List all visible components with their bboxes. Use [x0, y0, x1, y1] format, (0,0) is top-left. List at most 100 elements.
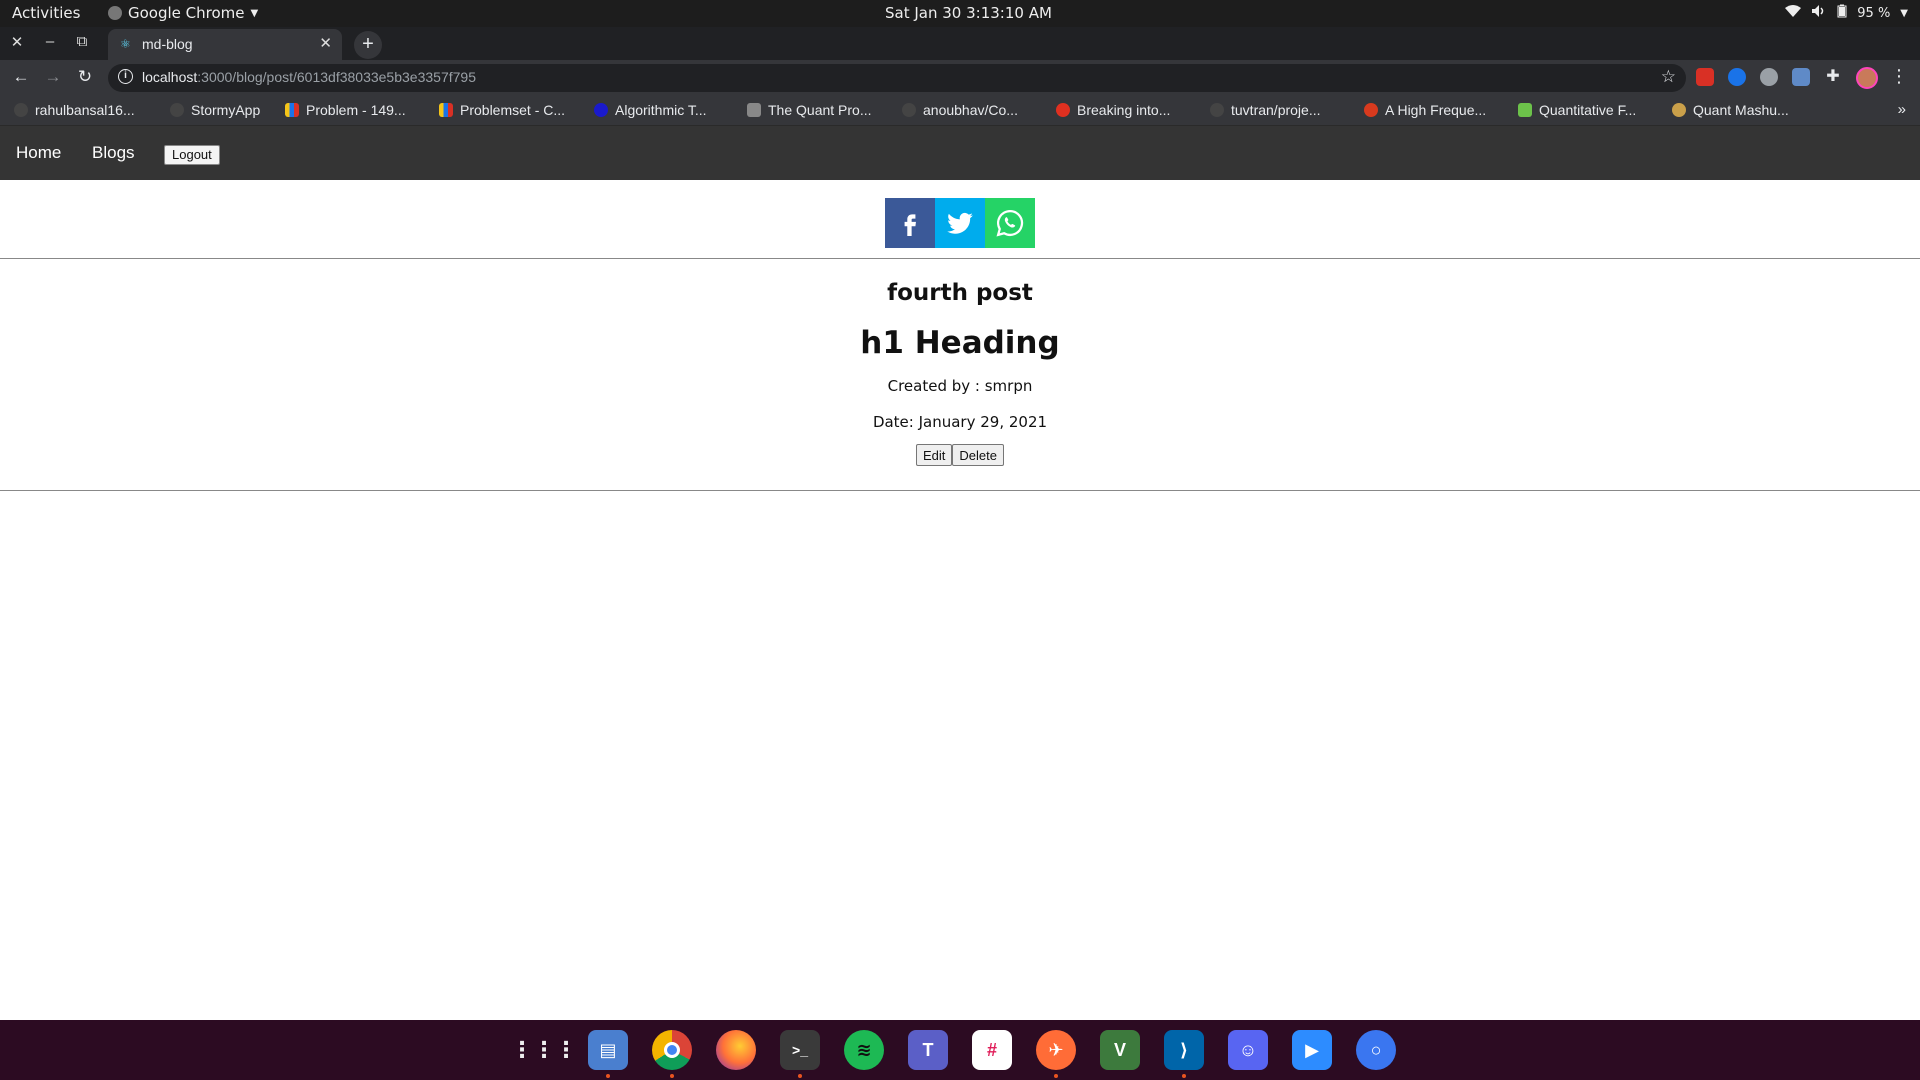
extension-red-icon[interactable]	[1696, 68, 1714, 86]
running-indicator	[1182, 1074, 1186, 1078]
bookmark-item[interactable]: StormyApp	[170, 102, 260, 118]
react-icon: ⚛	[120, 37, 131, 51]
edit-button[interactable]: Edit	[916, 444, 953, 466]
bookmark-item[interactable]: tuvtran/proje...	[1210, 102, 1321, 118]
more-menu-icon[interactable]: ⋮	[1890, 66, 1908, 87]
bookmark-item[interactable]: anoubhav/Co...	[902, 102, 1018, 118]
signal-icon[interactable]: ○	[1356, 1030, 1396, 1070]
bookmark-item[interactable]: Problem - 149...	[285, 102, 406, 118]
nav-home-link[interactable]: Home	[16, 143, 61, 163]
shield-icon	[747, 103, 761, 117]
restore-window-icon[interactable]: ⧉	[72, 33, 92, 50]
github-icon	[170, 103, 184, 117]
bookmark-item[interactable]: Quant Mashu...	[1672, 102, 1789, 118]
apple-icon	[1364, 103, 1378, 117]
reddit-icon	[1056, 103, 1070, 117]
codeforces-icon	[285, 103, 299, 117]
facebook-share-button[interactable]	[885, 198, 935, 248]
codeforces-icon	[439, 103, 453, 117]
running-indicator	[1054, 1074, 1058, 1078]
postman-icon[interactable]: ✈	[1036, 1030, 1076, 1070]
letter-c-icon	[594, 103, 608, 117]
wifi-icon	[1785, 4, 1802, 22]
firefox-icon[interactable]	[716, 1030, 756, 1070]
chevron-down-icon: ▼	[1900, 7, 1908, 19]
zoom-icon[interactable]: ▶	[1292, 1030, 1332, 1070]
reload-icon[interactable]: ↻	[74, 67, 96, 87]
extension-window-icon[interactable]	[1792, 68, 1810, 86]
activities-button[interactable]: Activities	[12, 4, 80, 22]
nav-blogs-link[interactable]: Blogs	[92, 143, 135, 163]
post-date: Date: January 29, 2021	[872, 413, 1048, 431]
dock: ⋮⋮⋮ ▤ >_ ≋ T # ✈ V ⟩ ☺ ▶ ○	[0, 1020, 1920, 1080]
running-indicator	[798, 1074, 802, 1078]
delete-button[interactable]: Delete	[952, 444, 1004, 466]
bookmark-item[interactable]: Problemset - C...	[439, 102, 565, 118]
bookmark-item[interactable]: Breaking into...	[1056, 102, 1170, 118]
close-tab-icon[interactable]: ✕	[319, 34, 332, 52]
forward-icon[interactable]: →	[42, 67, 64, 87]
github-icon	[902, 103, 916, 117]
running-indicator	[670, 1074, 674, 1078]
system-top-bar: Activities Google Chrome ▼ Sat Jan 30 3:…	[0, 0, 1920, 27]
bookmarks-bar: rahulbansal16... StormyApp Problem - 149…	[0, 96, 1920, 126]
chevron-down-icon: ▼	[250, 7, 259, 19]
discord-icon[interactable]: ☺	[1228, 1030, 1268, 1070]
twitter-share-button[interactable]	[935, 198, 985, 248]
bookmark-star-icon[interactable]: ☆	[1661, 67, 1676, 87]
bookmark-item[interactable]: Algorithmic T...	[594, 102, 707, 118]
app-grid-icon[interactable]: ⋮⋮⋮	[511, 1030, 577, 1070]
tab-md-blog[interactable]: ⚛ md-blog ✕	[108, 29, 342, 60]
extension-blue-icon[interactable]	[1728, 68, 1746, 86]
tab-title: md-blog	[142, 36, 193, 52]
vim-icon[interactable]: V	[1100, 1030, 1140, 1070]
bookmark-item[interactable]: The Quant Pro...	[747, 102, 872, 118]
avatar[interactable]	[1856, 67, 1878, 89]
files-icon[interactable]: ▤	[588, 1030, 628, 1070]
volume-icon	[1811, 4, 1827, 22]
facebook-icon	[904, 214, 916, 236]
divider	[0, 258, 1920, 259]
back-icon[interactable]: ←	[10, 67, 32, 87]
clock[interactable]: Sat Jan 30 3:13:10 AM	[885, 4, 1052, 22]
new-tab-button[interactable]: +	[354, 31, 382, 59]
blog-post: fourth post h1 Heading Created by : smrp…	[0, 276, 1920, 466]
terminal-icon[interactable]: >_	[780, 1030, 820, 1070]
info-icon[interactable]: i	[118, 69, 133, 84]
browser-toolbar: ← → ↻ i localhost:3000/blog/post/6013df3…	[0, 60, 1920, 96]
divider	[0, 490, 1920, 491]
share-buttons	[885, 198, 1035, 248]
app-menu-label: Google Chrome	[128, 4, 245, 22]
whatsapp-icon	[996, 209, 1024, 237]
chrome-small-icon	[108, 6, 122, 20]
minimize-window-icon[interactable]: –	[40, 33, 60, 50]
whatsapp-share-button[interactable]	[985, 198, 1035, 248]
twitter-icon	[947, 212, 973, 234]
teams-icon[interactable]: T	[908, 1030, 948, 1070]
spotify-icon[interactable]: ≋	[844, 1030, 884, 1070]
gear-icon	[1672, 103, 1686, 117]
extension-grey-icon[interactable]	[1760, 68, 1778, 86]
puzzle-icon[interactable]: ✚	[1824, 68, 1842, 86]
bookmark-item[interactable]: rahulbansal16...	[14, 102, 135, 118]
chevron-double-right-icon[interactable]: »	[1898, 101, 1906, 118]
tab-strip: ✕ – ⧉ ⚛ md-blog ✕ +	[0, 27, 1920, 60]
vscode-icon[interactable]: ⟩	[1164, 1030, 1204, 1070]
post-author: Created by : smrpn	[887, 377, 1033, 395]
post-title: fourth post	[887, 280, 1033, 306]
slack-icon[interactable]: #	[972, 1030, 1012, 1070]
url-text[interactable]: localhost:3000/blog/post/6013df38033e5b3…	[142, 69, 476, 85]
github-icon	[14, 103, 28, 117]
bookmark-item[interactable]: A High Freque...	[1364, 102, 1486, 118]
app-menu[interactable]: Google Chrome ▼	[108, 4, 258, 22]
battery-icon	[1837, 4, 1847, 22]
post-heading: h1 Heading	[860, 325, 1060, 361]
bookmark-item[interactable]: Quantitative F...	[1518, 102, 1636, 118]
address-bar[interactable]: i localhost:3000/blog/post/6013df38033e5…	[108, 64, 1686, 92]
github-icon	[1210, 103, 1224, 117]
running-indicator	[606, 1074, 610, 1078]
close-window-icon[interactable]: ✕	[7, 33, 27, 51]
logout-button[interactable]: Logout	[164, 145, 220, 165]
system-tray[interactable]: 95 % ▼	[1785, 4, 1908, 22]
chrome-icon[interactable]	[652, 1030, 692, 1070]
